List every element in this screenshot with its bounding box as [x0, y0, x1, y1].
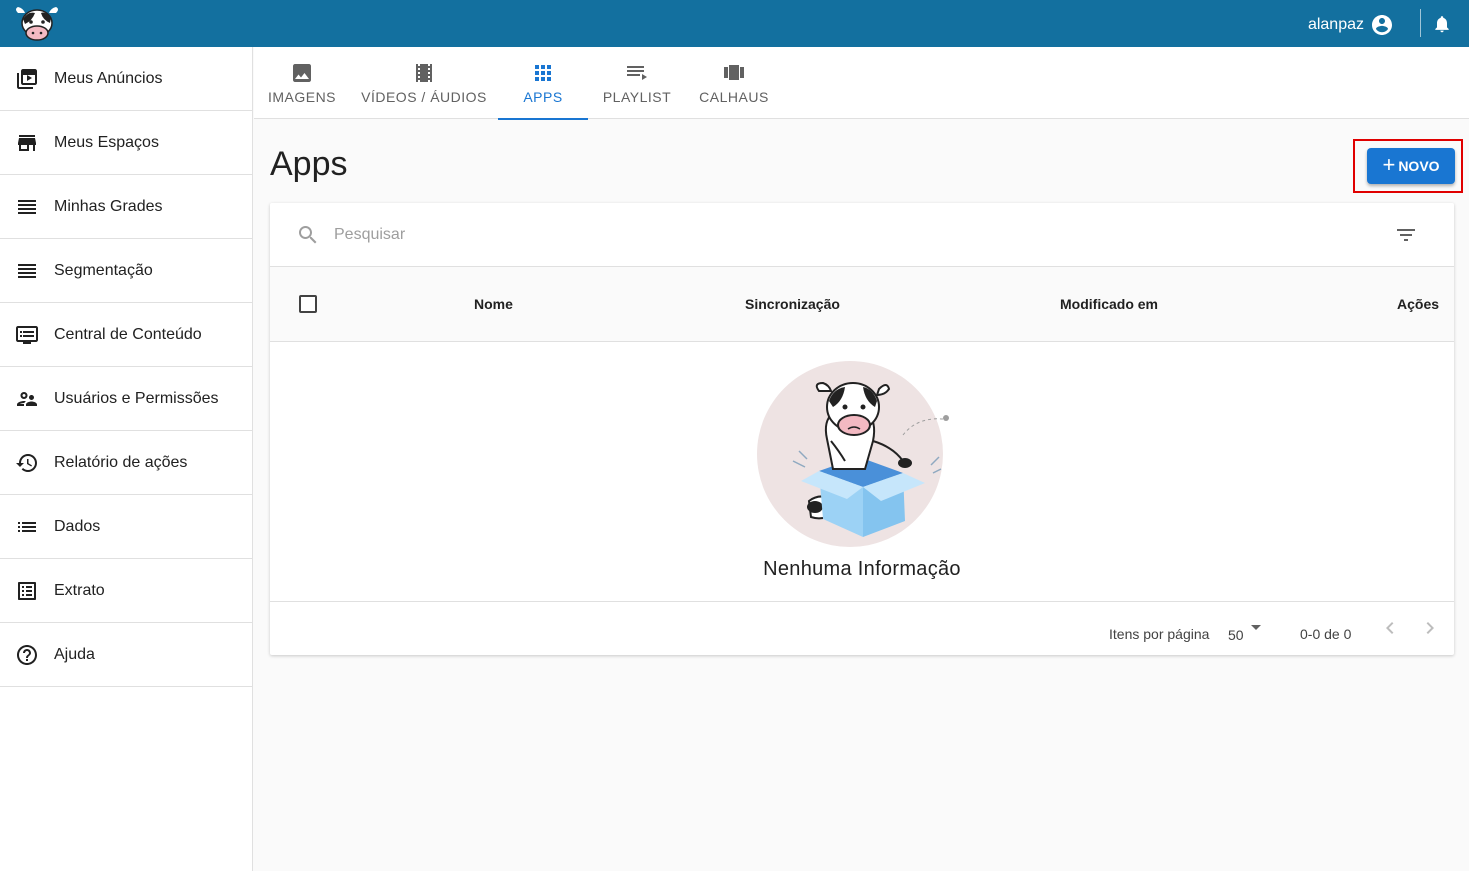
notifications-bell-icon[interactable]: [1432, 13, 1452, 35]
sidebar-item-relatorio-de-acoes[interactable]: Relatório de ações: [0, 431, 252, 495]
toolbar-divider: [1420, 9, 1421, 37]
sidebar-nav: Meus Anúncios Meus Espaços Minhas Grades…: [0, 47, 253, 871]
account-circle-icon: [1372, 15, 1392, 35]
people-icon: [0, 387, 54, 411]
items-per-page-select[interactable]: 50: [1228, 627, 1244, 643]
sidebar-item-label: Dados: [54, 517, 101, 535]
cow-logo-icon[interactable]: [14, 5, 60, 43]
sidebar-item-meus-espacos[interactable]: Meus Espaços: [0, 111, 252, 175]
user-menu[interactable]: alanpaz: [1308, 13, 1394, 37]
sidebar-item-label: Meus Anúncios: [54, 69, 163, 87]
list-lines-icon: [0, 195, 54, 219]
new-button[interactable]: + NOVO: [1367, 148, 1455, 184]
sidebar-item-label: Segmentação: [54, 261, 153, 279]
search-bar: [270, 203, 1454, 267]
new-button-label: NOVO: [1398, 158, 1440, 174]
sidebar-item-minhas-grades[interactable]: Minhas Grades: [0, 175, 252, 239]
sidebar-item-label: Extrato: [54, 581, 105, 599]
chevron-left-icon[interactable]: [1378, 616, 1402, 640]
search-icon: [299, 226, 317, 244]
help-circle-icon: [0, 643, 54, 667]
filter-list-icon[interactable]: [1394, 223, 1418, 247]
image-icon: [293, 64, 311, 82]
playlist-play-icon: [627, 66, 647, 80]
column-header-modificado-em[interactable]: Modificado em: [1060, 296, 1158, 312]
tab-label: CALHAUS: [699, 89, 769, 105]
column-header-acoes: Ações: [1397, 296, 1440, 312]
tab-label: APPS: [523, 89, 563, 105]
table-pagination: Itens por página 50 0-0 de 0: [270, 601, 1454, 655]
tab-playlist[interactable]: PLAYLIST: [588, 47, 686, 119]
column-header-nome[interactable]: Nome: [474, 296, 513, 312]
tab-label: IMAGENS: [267, 89, 337, 105]
sidebar-item-dados[interactable]: Dados: [0, 495, 252, 559]
active-tab-indicator: [498, 118, 588, 120]
store-icon: [0, 131, 54, 155]
sidebar-item-usuarios-e-permissoes[interactable]: Usuários e Permissões: [0, 367, 252, 431]
sidebar-item-label: Minhas Grades: [54, 197, 163, 215]
sidebar-item-segmentacao[interactable]: Segmentação: [0, 239, 252, 303]
table-header: Nome Sincronização Modificado em Ações: [270, 267, 1454, 342]
sidebar-item-ajuda[interactable]: Ajuda: [0, 623, 252, 687]
tab-apps[interactable]: APPS: [498, 47, 588, 120]
tab-imagens[interactable]: IMAGENS: [254, 47, 350, 119]
new-button-highlight: + NOVO: [1353, 139, 1463, 193]
sidebar-item-label: Usuários e Permissões: [54, 389, 219, 407]
film-icon: [416, 64, 432, 82]
sidebar-item-meus-anuncios[interactable]: Meus Anúncios: [0, 47, 252, 111]
media-tabs: IMAGENS VÍDEOS / ÁUDIOS APPS PLAYLIST CA…: [254, 47, 1469, 120]
sidebar-item-central-de-conteudo[interactable]: Central de Conteúdo: [0, 303, 252, 367]
empty-state: Nenhuma Informação: [270, 343, 1454, 601]
empty-box-cow-illustration: [757, 361, 949, 547]
tab-calhaus[interactable]: CALHAUS: [686, 47, 782, 119]
plus-icon: +: [1382, 152, 1396, 177]
chevron-right-icon[interactable]: [1418, 616, 1442, 640]
select-all-checkbox[interactable]: [299, 295, 317, 313]
top-app-bar: alanpaz: [0, 0, 1469, 47]
view-carousel-icon: [724, 65, 744, 80]
list-lines-icon: [0, 259, 54, 283]
tab-videos-audios[interactable]: VÍDEOS / ÁUDIOS: [350, 47, 498, 119]
sidebar-item-label: Relatório de ações: [54, 453, 188, 471]
search-input[interactable]: [334, 219, 1234, 251]
tab-label: VÍDEOS / ÁUDIOS: [361, 89, 487, 105]
tab-label: PLAYLIST: [602, 89, 672, 105]
sidebar-item-label: Central de Conteúdo: [54, 325, 202, 343]
bullet-list-icon: [0, 515, 54, 539]
pagination-range: 0-0 de 0: [1300, 626, 1352, 642]
ads-stack-icon: [0, 67, 54, 91]
content-screen-icon: [0, 323, 54, 347]
apps-grid-icon: [535, 65, 551, 81]
page-title: Apps: [270, 145, 348, 183]
sidebar-item-extrato[interactable]: Extrato: [0, 559, 252, 623]
sidebar-item-label: Ajuda: [54, 645, 95, 663]
apps-table-card: Nome Sincronização Modificado em Ações: [270, 203, 1454, 655]
items-per-page-label: Itens por página: [1109, 626, 1210, 642]
statement-icon: [0, 579, 54, 603]
empty-state-text: Nenhuma Informação: [763, 558, 961, 580]
sidebar-item-label: Meus Espaços: [54, 133, 159, 151]
column-header-sincronizacao[interactable]: Sincronização: [745, 296, 840, 312]
history-icon: [0, 451, 54, 475]
username: alanpaz: [1307, 16, 1364, 33]
chevron-down-icon[interactable]: [1251, 625, 1261, 630]
